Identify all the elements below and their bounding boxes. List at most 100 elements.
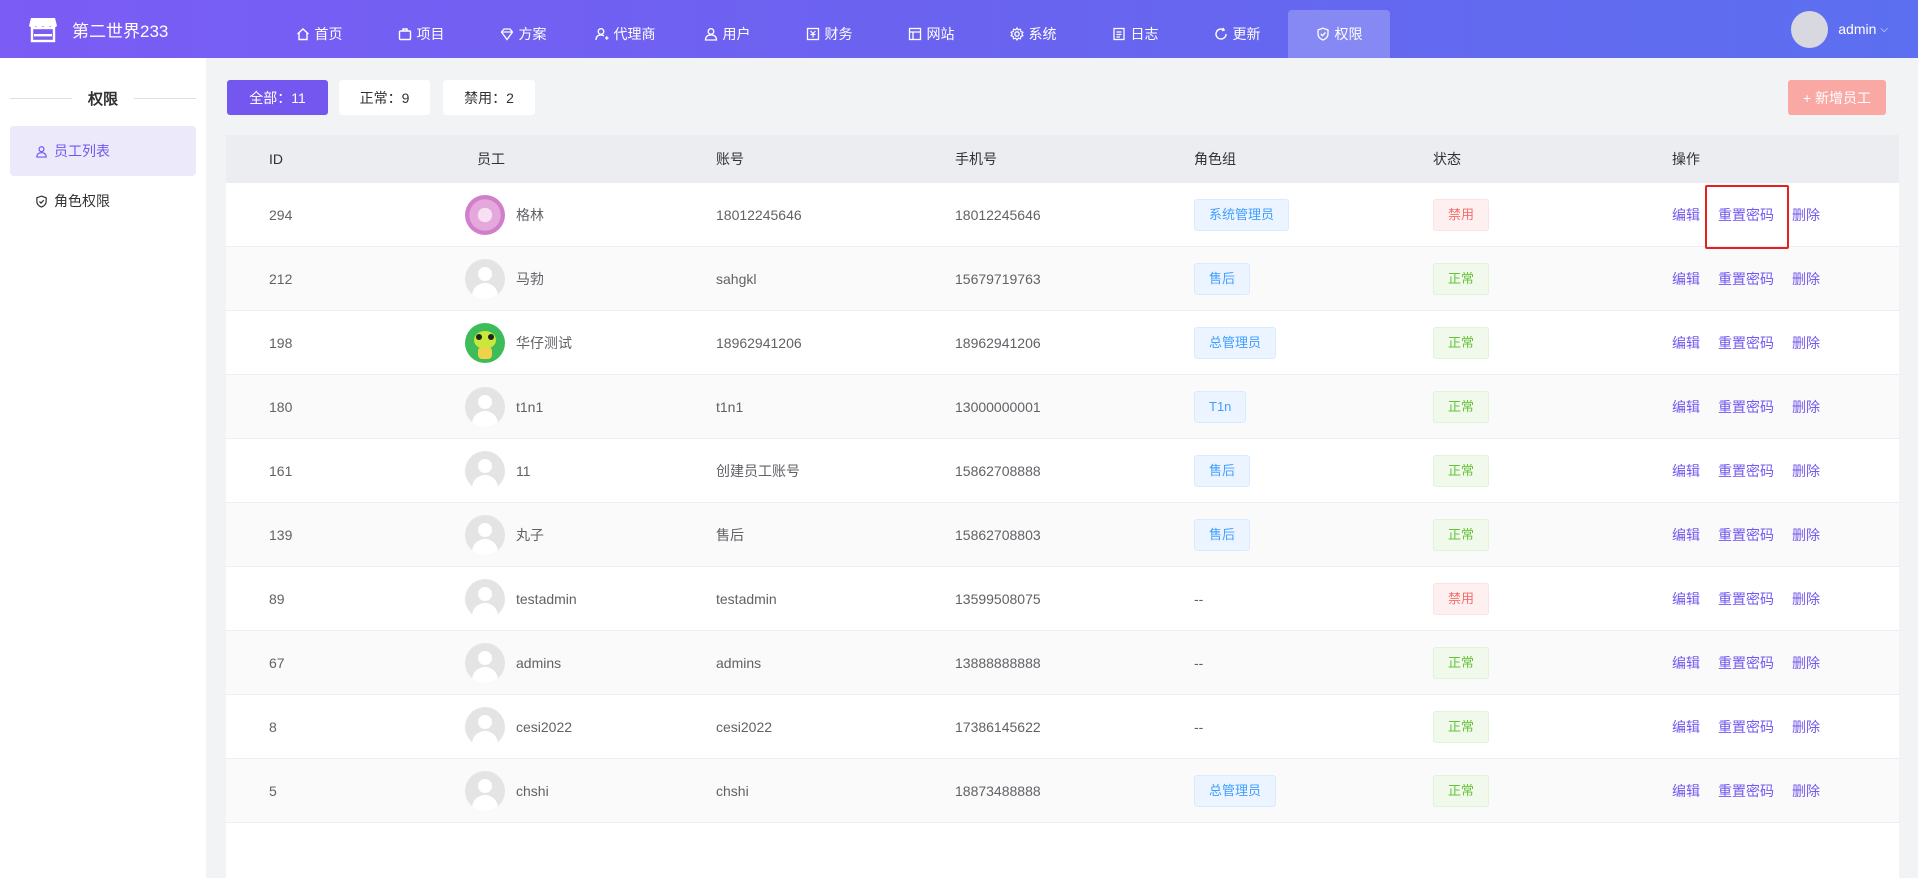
delete-button[interactable]: 删除 — [1792, 397, 1820, 417]
edit-button[interactable]: 编辑 — [1672, 589, 1700, 609]
sidebar-item-role-permissions[interactable]: 角色权限 — [10, 176, 196, 226]
status-badge: 禁用 — [1433, 583, 1490, 615]
edit-button[interactable]: 编辑 — [1672, 717, 1700, 737]
cell-role: 总管理员 — [1194, 759, 1277, 823]
phone: 18873488888 — [955, 783, 1041, 799]
cell-role: 总管理员 — [1194, 311, 1277, 375]
nav-item-users[interactable]: 用户 — [676, 10, 778, 58]
cell-account: sahgkl — [716, 247, 756, 311]
sidebar-item-staff-list[interactable]: 员工列表 — [10, 126, 196, 176]
users-icon — [704, 28, 717, 41]
cell-role: T1n — [1194, 375, 1247, 439]
delete-button[interactable]: 删除 — [1792, 269, 1820, 289]
reset-password-button[interactable]: 重置密码 — [1718, 525, 1774, 545]
cell-status: 禁用 — [1433, 567, 1490, 631]
cell-account: chshi — [716, 759, 749, 823]
cell-phone: 18012245646 — [955, 183, 1041, 247]
staff-name: 华仔测试 — [516, 335, 572, 351]
user-icon — [36, 145, 47, 158]
filter-all[interactable]: 全部：11 — [227, 80, 328, 115]
delete-button[interactable]: 删除 — [1792, 717, 1820, 737]
table-row: 5 chshi chshi 18873488888 总管理员 正常 编辑 重置密码 删除 — [226, 759, 1899, 823]
delete-button[interactable]: 删除 — [1792, 653, 1820, 673]
cell-phone: 13000000001 — [955, 375, 1041, 439]
nav-item-home[interactable]: 首页 — [268, 10, 370, 58]
cell-phone: 18962941206 — [955, 311, 1041, 375]
edit-button[interactable]: 编辑 — [1672, 525, 1700, 545]
avatar[interactable] — [1791, 10, 1829, 48]
nav-item-logs[interactable]: 日志 — [1084, 10, 1186, 58]
nav-item-agents[interactable]: 代理商 — [574, 10, 676, 58]
cell-account: 18012245646 — [716, 183, 802, 247]
reset-password-button[interactable]: 重置密码 — [1718, 205, 1774, 225]
nav-item-finance[interactable]: 财务 — [778, 10, 880, 58]
nav-item-website[interactable]: 网站 — [880, 10, 982, 58]
user-name: admin — [1838, 21, 1877, 37]
cell-id: 67 — [269, 631, 285, 695]
status-badge: 正常 — [1433, 263, 1490, 295]
cell-account: admins — [716, 631, 761, 695]
store-icon — [29, 18, 57, 43]
nav-item-system[interactable]: 系统 — [982, 10, 1084, 58]
staff-name: admins — [516, 655, 562, 671]
account: 创建员工账号 — [716, 463, 800, 479]
reset-password-button[interactable]: 重置密码 — [1718, 781, 1774, 801]
delete-button[interactable]: 删除 — [1792, 589, 1820, 609]
reset-password-button[interactable]: 重置密码 — [1718, 589, 1774, 609]
chevron-down-icon: ⌵ — [1880, 23, 1888, 35]
reset-password-button[interactable]: 重置密码 — [1718, 653, 1774, 673]
cell-phone: 15862708888 — [955, 439, 1041, 503]
finance-icon — [806, 27, 819, 41]
edit-button[interactable]: 编辑 — [1672, 653, 1700, 673]
sidebar: 权限 员工列表 角色权限 — [0, 58, 206, 878]
delete-button[interactable]: 删除 — [1792, 525, 1820, 545]
user-menu[interactable]: admin ⌵ — [1791, 10, 1888, 48]
home-icon — [296, 28, 309, 41]
nav-label: 首页 — [314, 26, 343, 42]
nav-item-projects[interactable]: 项目 — [370, 10, 472, 58]
avatar — [465, 323, 505, 363]
reset-password-button[interactable]: 重置密码 — [1718, 717, 1774, 737]
phone: 13888888888 — [955, 655, 1041, 671]
status-badge: 正常 — [1433, 455, 1490, 487]
delete-button[interactable]: 删除 — [1792, 781, 1820, 801]
edit-button[interactable]: 编辑 — [1672, 397, 1700, 417]
cell-staff: 华仔测试 — [465, 311, 572, 375]
row-id: 89 — [269, 591, 285, 607]
reset-password-button[interactable]: 重置密码 — [1718, 269, 1774, 289]
edit-button[interactable]: 编辑 — [1672, 781, 1700, 801]
reset-password-button[interactable]: 重置密码 — [1718, 461, 1774, 481]
reset-password-button[interactable]: 重置密码 — [1718, 333, 1774, 353]
staff-name: 11 — [516, 463, 531, 479]
status-badge: 正常 — [1433, 775, 1490, 807]
shield-check-icon — [36, 194, 47, 208]
cell-role: 售后 — [1194, 439, 1251, 503]
edit-button[interactable]: 编辑 — [1672, 269, 1700, 289]
delete-button[interactable]: 删除 — [1792, 461, 1820, 481]
filter-normal[interactable]: 正常：9 — [339, 80, 430, 115]
cell-role: 售后 — [1194, 503, 1251, 567]
table-row: 89 testadmin testadmin 13599508075 -- 禁用 编辑 重置密… — [226, 567, 1899, 631]
cell-status: 正常 — [1433, 759, 1490, 823]
avatar — [465, 515, 505, 555]
edit-button[interactable]: 编辑 — [1672, 205, 1700, 225]
reset-password-button[interactable]: 重置密码 — [1718, 397, 1774, 417]
nav-item-updates[interactable]: 更新 — [1186, 10, 1288, 58]
cell-role: -- — [1194, 695, 1203, 759]
app-logo[interactable]: 第二世界233 — [28, 14, 168, 44]
nav-item-plans[interactable]: 方案 — [472, 10, 574, 58]
delete-button[interactable]: 删除 — [1792, 333, 1820, 353]
cell-id: 8 — [269, 695, 277, 759]
table-row: 8 cesi2022 cesi2022 17386145622 -- 正常 编辑 重置密码 删除 — [226, 695, 1899, 759]
column-header: 账号 — [716, 151, 744, 167]
edit-button[interactable]: 编辑 — [1672, 333, 1700, 353]
cell-actions: 编辑 重置密码 删除 — [1672, 695, 1820, 759]
add-staff-button[interactable]: + 新增员工 — [1788, 80, 1886, 115]
cell-status: 正常 — [1433, 695, 1490, 759]
row-id: 8 — [269, 719, 277, 735]
delete-button[interactable]: 删除 — [1792, 205, 1820, 225]
nav-item-permissions[interactable]: 权限 — [1288, 10, 1390, 58]
cell-staff: 格林 — [465, 183, 544, 247]
filter-banned[interactable]: 禁用：2 — [443, 80, 535, 115]
edit-button[interactable]: 编辑 — [1672, 461, 1700, 481]
